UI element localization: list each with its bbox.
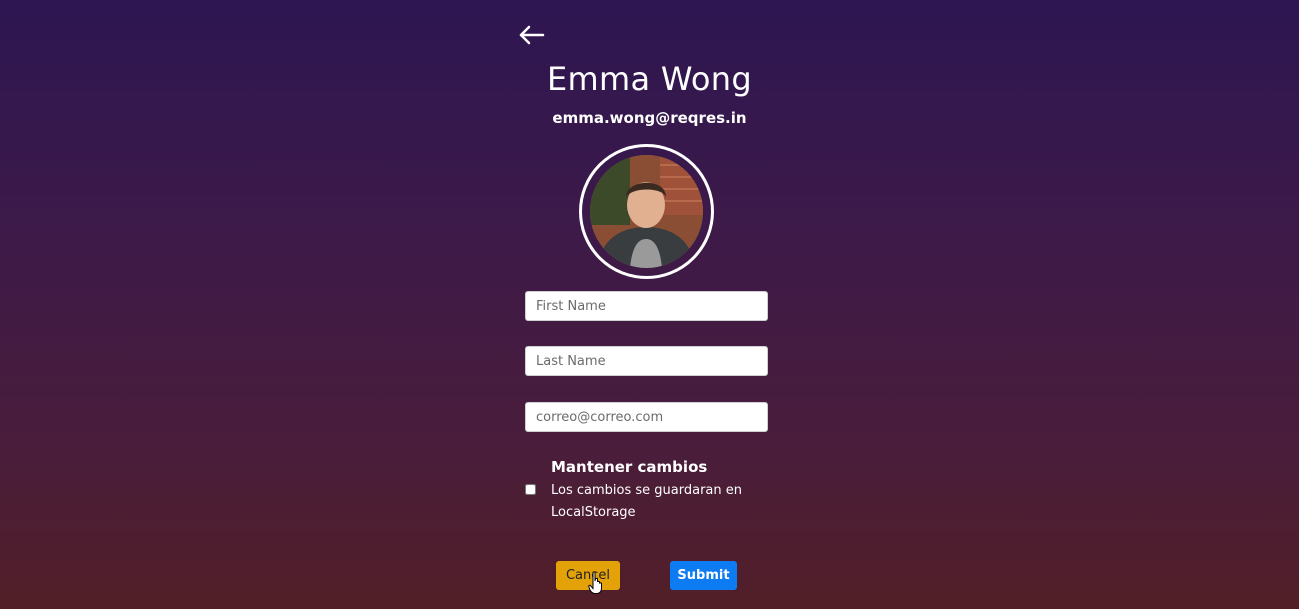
first-name-input[interactable] — [525, 291, 768, 321]
profile-email: emma.wong@reqres.in — [552, 109, 747, 127]
submit-button[interactable]: Submit — [670, 561, 737, 590]
avatar — [579, 144, 714, 279]
keep-changes-title: Mantener cambios — [551, 458, 708, 476]
last-name-input[interactable] — [525, 346, 768, 376]
keep-changes-description: Los cambios se guardaran en LocalStorage — [551, 483, 742, 520]
email-input[interactable] — [525, 402, 768, 432]
back-button[interactable] — [518, 22, 546, 48]
arrow-left-icon — [519, 25, 545, 45]
cancel-button[interactable]: Cancel — [556, 561, 620, 590]
keep-changes-checkbox[interactable] — [525, 484, 536, 495]
profile-name: Emma Wong — [547, 60, 752, 98]
user-avatar-photo — [590, 155, 703, 268]
